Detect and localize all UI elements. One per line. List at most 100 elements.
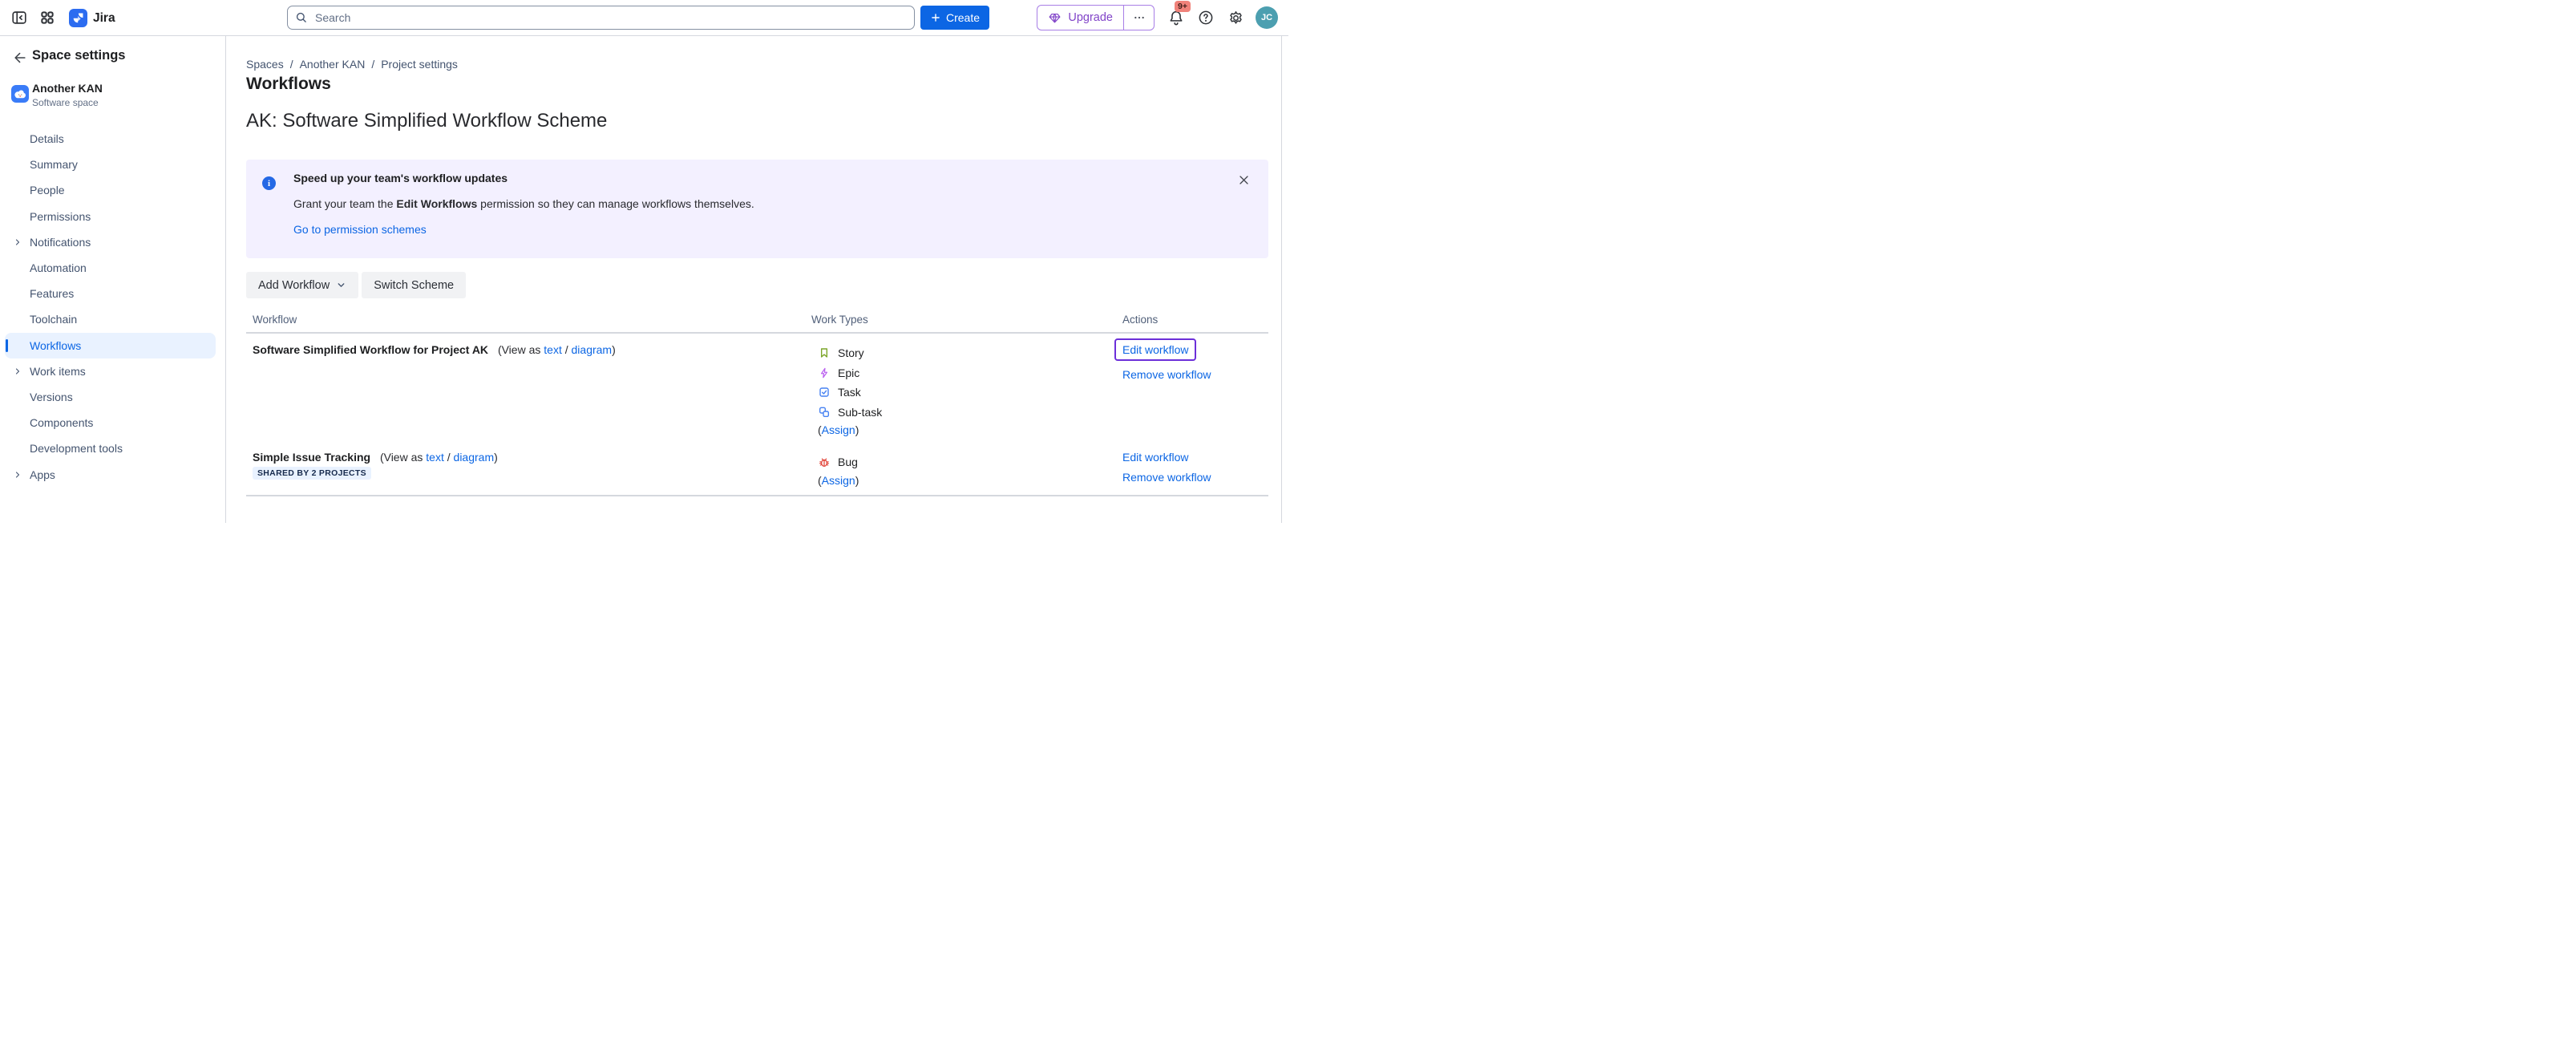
- sidebar-item-workflows[interactable]: Workflows: [5, 333, 216, 358]
- breadcrumb-spaces[interactable]: Spaces: [246, 58, 284, 71]
- edit-workflow-link[interactable]: Edit workflow: [1122, 451, 1268, 464]
- sidebar-item-label: Development tools: [30, 442, 123, 455]
- upgrade-button-group: Upgrade: [1037, 5, 1155, 30]
- switch-scheme-button[interactable]: Switch Scheme: [362, 272, 466, 298]
- project-identity: Another KAN Software space: [0, 80, 225, 115]
- assign-link[interactable]: Assign: [822, 474, 855, 487]
- banner-body-text: Grant your team the: [293, 197, 396, 210]
- paren: ): [855, 474, 859, 487]
- ellipsis-icon: [1133, 11, 1146, 24]
- create-button[interactable]: Create: [920, 6, 989, 30]
- app-switcher-button[interactable]: [36, 6, 59, 29]
- breadcrumb-project-settings[interactable]: Project settings: [381, 58, 458, 71]
- global-search: [287, 6, 915, 30]
- view-as-fragment: (View as text / diagram): [498, 343, 616, 356]
- banner-close-button[interactable]: [1234, 170, 1253, 189]
- sidebar-item-label: Toolchain: [30, 313, 77, 326]
- settings-button[interactable]: [1223, 6, 1248, 30]
- project-type: Software space: [32, 97, 99, 108]
- chevron-right-icon: [13, 367, 22, 376]
- workflow-name-cell: Simple Issue Tracking (View as text / di…: [246, 441, 805, 495]
- upgrade-button[interactable]: Upgrade: [1037, 6, 1123, 30]
- view-as-suffix: ): [612, 343, 616, 356]
- assign-link[interactable]: Assign: [822, 423, 855, 436]
- upgrade-label: Upgrade: [1068, 11, 1113, 24]
- view-as-diagram-link[interactable]: diagram: [572, 343, 613, 356]
- view-as-slash: /: [562, 343, 572, 356]
- sidebar-item-notifications[interactable]: Notifications: [0, 229, 225, 255]
- project-avatar: [11, 85, 29, 103]
- permission-schemes-link[interactable]: Go to permission schemes: [293, 223, 427, 236]
- work-type-task: Task: [811, 383, 1116, 403]
- gem-icon: [1048, 11, 1062, 25]
- sidebar-item-components[interactable]: Components: [0, 410, 225, 435]
- upgrade-more-button[interactable]: [1123, 6, 1154, 30]
- work-type-label: Sub-task: [838, 406, 882, 419]
- sidebar-item-details[interactable]: Details: [0, 126, 225, 152]
- app-brand[interactable]: Jira: [69, 0, 115, 36]
- breadcrumb: Spaces / Another KAN / Project settings: [246, 58, 458, 71]
- sidebar-item-label: Apps: [30, 468, 55, 481]
- add-workflow-label: Add Workflow: [258, 279, 330, 292]
- sidebar-item-label: Automation: [30, 261, 87, 274]
- workflow-actions-row: Add Workflow Switch Scheme: [246, 272, 466, 298]
- search-input[interactable]: [287, 6, 915, 30]
- info-icon: i: [262, 176, 276, 190]
- sidebar-item-toolchain[interactable]: Toolchain: [0, 306, 225, 332]
- view-as-prefix: (View as: [380, 451, 426, 464]
- sidebar-item-automation[interactable]: Automation: [0, 255, 225, 281]
- app-name: Jira: [93, 11, 115, 26]
- collapse-sidebar-button[interactable]: [8, 6, 30, 29]
- selected-indicator: [6, 339, 9, 352]
- app-grid-icon: [39, 10, 55, 26]
- view-as-diagram-link[interactable]: diagram: [454, 451, 495, 464]
- project-name: Another KAN: [32, 82, 103, 95]
- focus-ring: Edit workflow: [1114, 338, 1196, 361]
- sidebar-item-label: Components: [30, 416, 93, 429]
- sidebar-item-work-items[interactable]: Work items: [0, 358, 225, 384]
- shared-projects-badge: SHARED BY 2 PROJECTS: [253, 467, 371, 480]
- table-row: Software Simplified Workflow for Project…: [246, 334, 1268, 441]
- back-button[interactable]: [10, 47, 30, 68]
- add-workflow-button[interactable]: Add Workflow: [246, 272, 358, 298]
- work-types-cell: Story Epic Task: [805, 334, 1116, 441]
- breadcrumb-project[interactable]: Another KAN: [300, 58, 366, 71]
- chevron-right-icon: [13, 237, 22, 247]
- scheme-title: AK: Software Simplified Workflow Scheme: [246, 110, 607, 132]
- sidebar-item-features[interactable]: Features: [0, 281, 225, 306]
- question-mark-icon: [1197, 9, 1215, 26]
- settings-nav: Details Summary People Permissions Notif…: [0, 126, 225, 488]
- banner-body: Grant your team the Edit Workflows permi…: [293, 197, 754, 210]
- epic-icon: [818, 367, 831, 379]
- search-icon: [294, 10, 309, 25]
- sidebar-item-summary[interactable]: Summary: [0, 152, 225, 177]
- actions-cell: Edit workflow Remove workflow: [1116, 441, 1268, 495]
- space-settings-header: Space settings: [0, 46, 225, 70]
- assign-line: (Assign): [811, 472, 1116, 488]
- jira-logo: [69, 9, 87, 27]
- help-button[interactable]: [1194, 6, 1218, 30]
- plus-icon: [930, 12, 941, 23]
- sidebar-item-apps[interactable]: Apps: [0, 461, 225, 487]
- sidebar-item-label: Workflows: [30, 339, 81, 352]
- sidebar-item-label: Details: [30, 132, 64, 145]
- close-icon: [1238, 174, 1250, 186]
- view-as-text-link[interactable]: text: [544, 343, 562, 356]
- view-as-text-link[interactable]: text: [426, 451, 444, 464]
- remove-workflow-link[interactable]: Remove workflow: [1122, 368, 1268, 381]
- sidebar-title: Space settings: [32, 48, 125, 63]
- work-type-bug: Bug: [811, 452, 1116, 472]
- sidebar-item-permissions[interactable]: Permissions: [0, 204, 225, 229]
- sidebar-item-label: Work items: [30, 365, 86, 378]
- panel-left-icon: [10, 9, 28, 26]
- edit-workflow-link[interactable]: Edit workflow: [1122, 343, 1188, 356]
- remove-workflow-link[interactable]: Remove workflow: [1122, 471, 1268, 484]
- user-avatar[interactable]: JC: [1256, 6, 1278, 29]
- subtask-icon: [818, 406, 831, 419]
- sidebar-item-people[interactable]: People: [0, 177, 225, 203]
- sidebar-item-versions[interactable]: Versions: [0, 384, 225, 410]
- work-type-label: Task: [838, 386, 861, 399]
- sidebar-item-development-tools[interactable]: Development tools: [0, 435, 225, 461]
- notifications-button[interactable]: 9+: [1164, 6, 1188, 30]
- work-type-label: Story: [838, 346, 864, 359]
